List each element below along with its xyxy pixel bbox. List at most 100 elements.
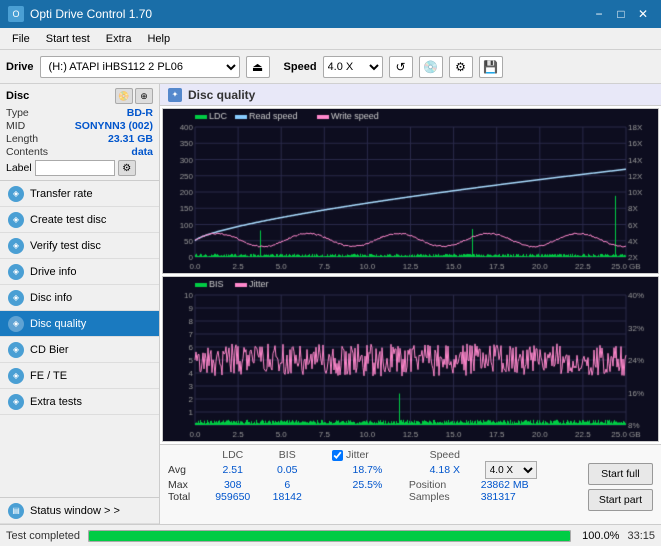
create-test-disc-icon: ◈ — [8, 212, 24, 228]
disc-info-icon: ◈ — [8, 290, 24, 306]
jitter-checkbox[interactable] — [332, 450, 343, 461]
status-window-label: Status window > > — [30, 505, 120, 517]
position-label: Position — [409, 479, 481, 491]
close-button[interactable]: ✕ — [633, 5, 653, 23]
sidebar-item-label-verify-test-disc: Verify test disc — [30, 240, 101, 252]
fe-te-icon: ◈ — [8, 368, 24, 384]
maximize-button[interactable]: □ — [611, 5, 631, 23]
speed-select[interactable]: 4.0 X — [323, 56, 383, 78]
cd-bier-icon: ◈ — [8, 342, 24, 358]
progress-bar-fill — [89, 531, 570, 541]
chart1-container — [162, 108, 659, 274]
speed-value: 4.18 X — [409, 461, 481, 479]
stats-table: LDC BIS Jitter Speed — [168, 449, 576, 503]
total-ldc: 959650 — [203, 491, 262, 503]
type-label: Type — [6, 107, 29, 119]
samples-label: Samples — [409, 491, 481, 503]
sidebar-item-transfer-rate[interactable]: ◈ Transfer rate — [0, 181, 159, 207]
charts-area — [160, 106, 661, 444]
sidebar-menu: ◈ Transfer rate ◈ Create test disc ◈ Ver… — [0, 181, 159, 497]
avg-ldc: 2.51 — [203, 461, 262, 479]
sidebar-item-label-fe-te: FE / TE — [30, 370, 67, 382]
sidebar-item-label-disc-info: Disc info — [30, 292, 72, 304]
sidebar-item-label-extra-tests: Extra tests — [30, 396, 82, 408]
drive-info-icon: ◈ — [8, 264, 24, 280]
jitter-label: Jitter — [346, 449, 369, 461]
samples-value: 381317 — [481, 491, 576, 503]
progress-bar — [88, 530, 571, 542]
sidebar-item-create-test-disc[interactable]: ◈ Create test disc — [0, 207, 159, 233]
disc-quality-title: Disc quality — [188, 88, 255, 102]
sidebar-item-label-transfer-rate: Transfer rate — [30, 188, 93, 200]
settings-button[interactable]: ⚙ — [449, 56, 473, 78]
sidebar-item-drive-info[interactable]: ◈ Drive info — [0, 259, 159, 285]
sidebar-item-label-create-test-disc: Create test disc — [30, 214, 106, 226]
sidebar-item-extra-tests[interactable]: ◈ Extra tests — [0, 389, 159, 415]
minimize-button[interactable]: − — [589, 5, 609, 23]
chart2-canvas — [163, 277, 658, 441]
title-bar: O Opti Drive Control 1.70 − □ ✕ — [0, 0, 661, 28]
start-part-button[interactable]: Start part — [588, 489, 653, 511]
disc-icon-btn1[interactable]: 📀 — [115, 88, 133, 104]
menu-start-test[interactable]: Start test — [38, 31, 98, 47]
disc-section-title: Disc — [6, 90, 29, 102]
sidebar: Disc 📀 ⊕ Type BD-R MID SONYNN3 (002) Len… — [0, 84, 160, 524]
drive-label: Drive — [6, 61, 34, 73]
menu-bar: File Start test Extra Help — [0, 28, 661, 50]
stats-area: LDC BIS Jitter Speed — [160, 444, 661, 524]
sidebar-item-verify-test-disc[interactable]: ◈ Verify test disc — [0, 233, 159, 259]
disc-section: Disc 📀 ⊕ Type BD-R MID SONYNN3 (002) Len… — [0, 84, 159, 181]
col-header-empty — [168, 449, 203, 461]
contents-value: data — [131, 146, 153, 158]
refresh-button[interactable]: ↺ — [389, 56, 413, 78]
disc-quality-header: ✦ Disc quality — [160, 84, 661, 106]
sidebar-item-disc-info[interactable]: ◈ Disc info — [0, 285, 159, 311]
speed-label: Speed — [284, 61, 317, 73]
max-label: Max — [168, 479, 203, 491]
disc-quality-icon: ◈ — [8, 316, 24, 332]
status-text: Test completed — [6, 530, 80, 542]
verify-test-disc-icon: ◈ — [8, 238, 24, 254]
start-full-button[interactable]: Start full — [588, 463, 653, 485]
disc-icon-btn2[interactable]: ⊕ — [135, 88, 153, 104]
col-header-ldc: LDC — [203, 449, 262, 461]
app-title: Opti Drive Control 1.70 — [30, 7, 152, 21]
disc-button[interactable]: 💿 — [419, 56, 443, 78]
speed-select-stats[interactable]: 4.0 X — [485, 461, 537, 479]
drive-select[interactable]: (H:) ATAPI iHBS112 2 PL06 — [40, 56, 240, 78]
max-jitter: 25.5% — [326, 479, 409, 491]
col-header-jitter: Jitter — [326, 449, 409, 461]
total-label: Total — [168, 491, 203, 503]
progress-pct: 100.0% — [579, 530, 619, 542]
sidebar-item-cd-bier[interactable]: ◈ CD Bier — [0, 337, 159, 363]
start-buttons: Start full Start part — [588, 449, 653, 511]
label-button[interactable]: ⚙ — [118, 160, 136, 176]
max-ldc: 308 — [203, 479, 262, 491]
menu-extra[interactable]: Extra — [98, 31, 140, 47]
sidebar-item-label-drive-info: Drive info — [30, 266, 76, 278]
col-header-speed: Speed — [409, 449, 481, 461]
main-layout: Disc 📀 ⊕ Type BD-R MID SONYNN3 (002) Len… — [0, 84, 661, 524]
sidebar-item-label-cd-bier: CD Bier — [30, 344, 69, 356]
position-value: 23862 MB — [481, 479, 576, 491]
menu-help[interactable]: Help — [139, 31, 178, 47]
max-bis: 6 — [262, 479, 312, 491]
sidebar-item-disc-quality[interactable]: ◈ Disc quality — [0, 311, 159, 337]
content-area: ✦ Disc quality LDC — [160, 84, 661, 524]
eject-button[interactable]: ⏏ — [246, 56, 270, 78]
sidebar-status: ▤ Status window > > — [0, 497, 159, 524]
chart2-container — [162, 276, 659, 442]
col-header-bis: BIS — [262, 449, 312, 461]
disc-quality-icon-header: ✦ — [168, 88, 182, 102]
mid-label: MID — [6, 120, 25, 132]
chart1-canvas — [163, 109, 658, 273]
total-bis: 18142 — [262, 491, 312, 503]
save-button[interactable]: 💾 — [479, 56, 503, 78]
status-window-button[interactable]: ▤ Status window > > — [0, 498, 159, 524]
label-label: Label — [6, 162, 32, 174]
menu-file[interactable]: File — [4, 31, 38, 47]
avg-label: Avg — [168, 461, 203, 479]
label-input[interactable] — [35, 160, 115, 176]
sidebar-item-fe-te[interactable]: ◈ FE / TE — [0, 363, 159, 389]
sidebar-item-label-disc-quality: Disc quality — [30, 318, 86, 330]
